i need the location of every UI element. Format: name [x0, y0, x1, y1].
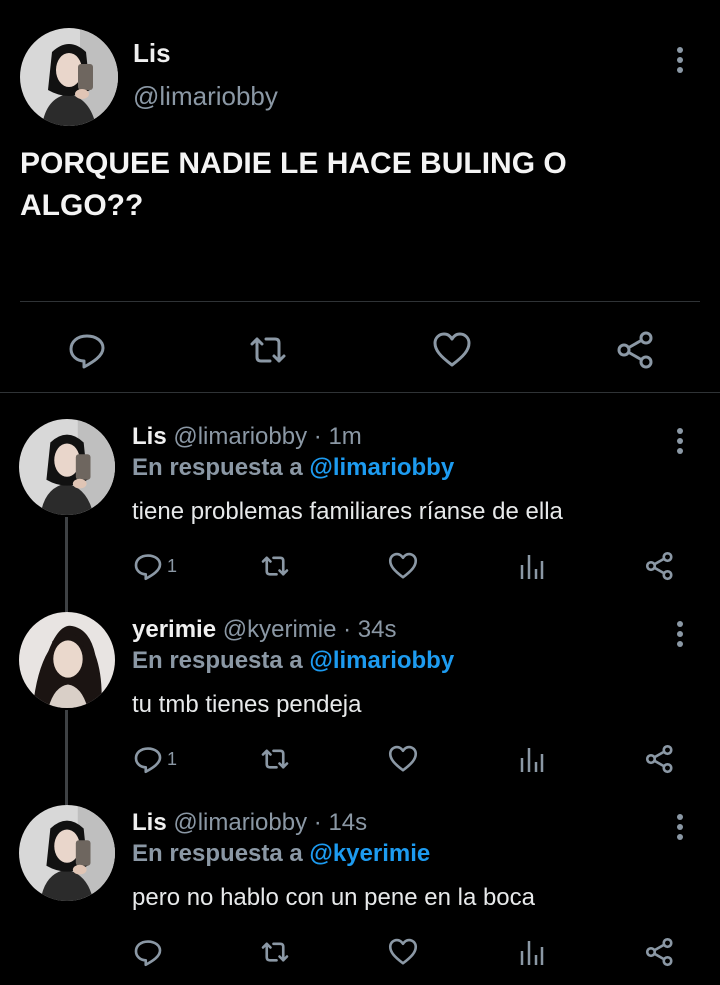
reply-header: yerimie @kyerimie · 34s: [132, 616, 397, 644]
reply-tweet[interactable]: Lis @limariobby · 1m En respuesta a @lim…: [0, 393, 720, 586]
reply-prefix: En respuesta a: [132, 454, 303, 481]
reply-context: En respuesta a @kyerimie: [132, 840, 430, 868]
avatar-image: [19, 612, 115, 708]
retweet-button[interactable]: [248, 330, 288, 370]
like-button[interactable]: [432, 330, 472, 370]
reply-context: En respuesta a @limariobby: [132, 454, 454, 482]
timestamp[interactable]: 34s: [358, 616, 397, 643]
avatar[interactable]: [19, 805, 115, 901]
mention-link[interactable]: @kyerimie: [309, 840, 430, 867]
mention-link[interactable]: @limariobby: [309, 647, 454, 674]
retweet-button[interactable]: [258, 744, 292, 774]
like-button[interactable]: [388, 744, 418, 774]
share-icon: [645, 744, 673, 774]
separator: ·: [313, 809, 322, 836]
analytics-icon: [520, 941, 544, 965]
tweet-text: tu tmb tienes pendeja: [132, 691, 362, 718]
main-tweet: Lis @limariobby PORQUEE NADIE LE HACE BU…: [0, 0, 720, 392]
analytics-icon: [520, 555, 544, 579]
divider: [20, 301, 700, 302]
reply-context: En respuesta a @limariobby: [132, 647, 454, 675]
author-name[interactable]: yerimie: [132, 616, 216, 643]
analytics-button[interactable]: [519, 744, 545, 774]
tweet-text: PORQUEE NADIE LE HACE BULING O ALGO??: [20, 147, 567, 222]
avatar-image: [19, 805, 115, 901]
share-icon: [617, 331, 653, 369]
reply-count: 1: [167, 555, 178, 576]
heart-icon: [388, 552, 418, 579]
retweet-button[interactable]: [258, 551, 292, 581]
share-button[interactable]: [616, 330, 656, 370]
reply-count: 1: [167, 748, 178, 769]
reply-prefix: En respuesta a: [132, 840, 303, 867]
share-button[interactable]: [645, 937, 675, 967]
retweet-icon: [261, 942, 289, 962]
author-handle[interactable]: @limariobby: [173, 423, 307, 450]
reply-header: Lis @limariobby · 14s: [132, 809, 367, 837]
share-button[interactable]: [645, 551, 675, 581]
mention-link[interactable]: @limariobby: [309, 454, 454, 481]
avatar-image: [19, 419, 115, 515]
retweet-icon: [250, 337, 286, 363]
avatar[interactable]: [19, 419, 115, 515]
retweet-icon: [261, 556, 289, 576]
heart-icon: [433, 332, 471, 367]
timestamp[interactable]: 1m: [328, 423, 361, 450]
reply-prefix: En respuesta a: [132, 647, 303, 674]
tweet-text: pero no hablo con un pene en la boca: [132, 884, 535, 911]
reply-button[interactable]: 1: [133, 744, 177, 774]
avatar[interactable]: [20, 28, 118, 126]
timestamp[interactable]: 14s: [328, 809, 367, 836]
separator: ·: [313, 423, 322, 450]
analytics-icon: [520, 748, 544, 772]
like-button[interactable]: [388, 937, 418, 967]
retweet-button[interactable]: [258, 937, 292, 967]
author-name[interactable]: Lis: [132, 809, 167, 836]
reply-icon: [134, 554, 162, 581]
share-button[interactable]: [645, 744, 675, 774]
more-options-icon[interactable]: [670, 45, 690, 75]
author-handle[interactable]: @limariobby: [133, 81, 278, 112]
reply-icon: [69, 334, 105, 369]
reply-tweet[interactable]: yerimie @kyerimie · 34s En respuesta a @…: [0, 586, 720, 779]
author-name[interactable]: Lis: [133, 38, 171, 69]
reply-button[interactable]: 1: [133, 551, 177, 581]
retweet-icon: [261, 749, 289, 769]
more-options-icon[interactable]: [670, 426, 690, 456]
reply-header: Lis @limariobby · 1m: [132, 423, 362, 451]
heart-icon: [388, 938, 418, 965]
avatar[interactable]: [19, 612, 115, 708]
author-name[interactable]: Lis: [132, 423, 167, 450]
tweet-text: tiene problemas familiares ríanse de ell…: [132, 498, 563, 525]
more-options-icon[interactable]: [670, 812, 690, 842]
reply-icon: [134, 747, 162, 774]
share-icon: [645, 551, 673, 581]
reply-tweet[interactable]: Lis @limariobby · 14s En respuesta a @ky…: [0, 779, 720, 972]
reply-button[interactable]: [133, 937, 167, 967]
author-handle[interactable]: @kyerimie: [223, 616, 337, 643]
separator: ·: [343, 616, 352, 643]
reply-button[interactable]: [67, 330, 107, 370]
reply-icon: [134, 940, 162, 967]
share-icon: [645, 937, 673, 967]
more-options-icon[interactable]: [670, 619, 690, 649]
analytics-button[interactable]: [519, 551, 545, 581]
heart-icon: [388, 745, 418, 772]
avatar-image: [20, 28, 118, 126]
author-handle[interactable]: @limariobby: [173, 809, 307, 836]
analytics-button[interactable]: [519, 937, 545, 967]
like-button[interactable]: [388, 551, 418, 581]
